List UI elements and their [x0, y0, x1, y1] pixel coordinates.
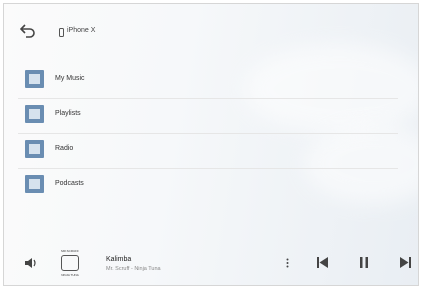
menu-item-podcasts[interactable]: Podcasts [18, 169, 398, 203]
music-app-screen: iPhone X My Music Playlists Radio Podcas… [3, 3, 419, 286]
more-icon[interactable] [286, 258, 289, 268]
track-artist: Mr. Scruff - Ninja Tuna [106, 266, 161, 272]
album-art-text: NINJA TUNA [61, 273, 79, 277]
now-playing-bar: MR.SCRUFF NINJA TUNA Kalimba Mr. Scruff … [4, 241, 418, 285]
folder-icon [25, 70, 44, 88]
folder-icon [25, 175, 44, 193]
iphone-icon [59, 28, 64, 37]
folder-icon [25, 105, 44, 123]
track-title: Kalimba [106, 256, 132, 263]
menu-item-radio[interactable]: Radio [18, 134, 398, 169]
menu-item-label: My Music [55, 75, 85, 82]
previous-icon[interactable] [317, 257, 328, 268]
source-label: iPhone X [67, 27, 96, 34]
menu-item-label: Podcasts [55, 180, 84, 187]
menu-item-label: Radio [55, 145, 74, 152]
back-arrow-icon[interactable] [20, 24, 36, 38]
menu-item-playlists[interactable]: Playlists [18, 99, 398, 134]
folder-icon [25, 140, 44, 158]
header: iPhone X [4, 4, 418, 56]
menu-item-my-music[interactable]: My Music [18, 64, 398, 99]
album-art: MR.SCRUFF NINJA TUNA [56, 249, 84, 279]
next-icon[interactable] [400, 257, 411, 268]
menu-list: My Music Playlists Radio Podcasts [18, 64, 398, 203]
volume-icon[interactable] [24, 257, 38, 269]
pause-icon[interactable] [359, 257, 369, 268]
album-art-text: MR.SCRUFF [61, 249, 79, 253]
menu-item-label: Playlists [55, 110, 81, 117]
